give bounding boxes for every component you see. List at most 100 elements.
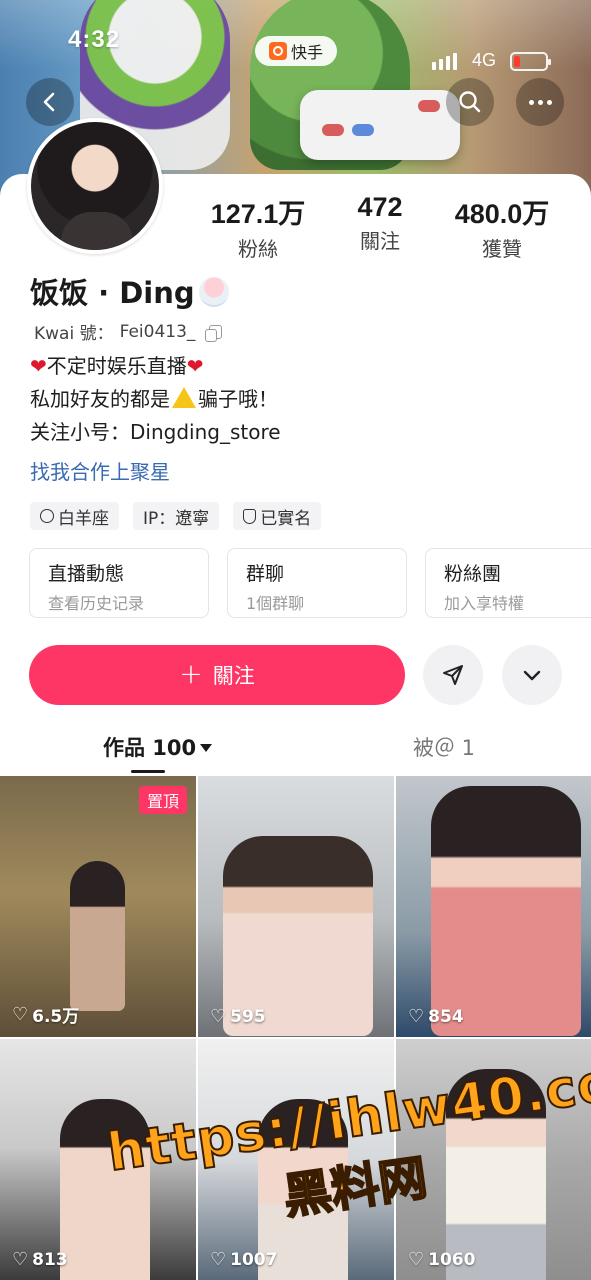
video-thumbnail [431, 786, 581, 1036]
more-dots-icon [528, 99, 552, 105]
like-value: 813 [32, 1249, 68, 1270]
search-button[interactable] [446, 78, 494, 126]
cooperation-link[interactable]: 找我合作上聚星 [30, 456, 170, 485]
signal-icon [432, 52, 457, 70]
like-count: ♡ 854 [408, 1006, 464, 1027]
tag-ip-location: IP：遼寧 [133, 502, 220, 530]
network-type: 4G [472, 50, 497, 70]
send-icon [443, 665, 463, 685]
chevron-left-icon [43, 92, 55, 112]
heart-outline-icon: ♡ [210, 1249, 227, 1270]
fan-club-box[interactable]: 粉絲團 加入享特權 [425, 548, 591, 618]
video-grid: 置頂 ♡ 6.5万 ♡ 595 ♡ 854 ♡ 813 ♡ 1007 ♡ 1060 [0, 776, 591, 1280]
like-count: ♡ 1060 [408, 1249, 475, 1270]
app-pill-label: 快手 [290, 43, 323, 62]
bio-line-3: 关注小号：Dingding_store [30, 420, 281, 444]
tab-works-label: 作品 100 [103, 736, 197, 760]
heart-outline-icon: ♡ [210, 1006, 227, 1027]
banner-game-console [300, 90, 460, 160]
box-title: 直播動態 [48, 563, 125, 585]
feature-boxes: 直播動態 查看历史记录 群聊 1個群聊 粉絲團 加入享特權 [29, 548, 591, 618]
like-count: ♡ 595 [210, 1006, 266, 1027]
kwai-id-value: Fei0413_ [119, 321, 196, 342]
back-button[interactable] [26, 78, 74, 126]
caret-down-icon [200, 744, 213, 752]
plus-icon: + [179, 656, 203, 690]
like-value: 1007 [230, 1249, 278, 1270]
bio-line-2: 私加好友的都是 骗子哦！ [30, 383, 281, 416]
stat-followers[interactable]: 127.1万 粉絲 [198, 192, 318, 262]
expand-button[interactable] [502, 645, 562, 705]
video-thumbnail [60, 1099, 150, 1280]
status-time: 4:32 [68, 26, 121, 53]
live-history-box[interactable]: 直播動態 查看历史记录 [29, 548, 209, 618]
stat-likes[interactable]: 480.0万 獲贊 [442, 192, 562, 262]
follow-button[interactable]: + 關注 [29, 645, 405, 705]
video-tile[interactable]: ♡ 813 [0, 1039, 196, 1280]
box-subtitle: 1個群聊 [246, 594, 305, 613]
like-value: 595 [230, 1006, 266, 1027]
profile-name-text: 饭饭 · Ding [30, 276, 195, 310]
battery-icon [510, 52, 551, 71]
profile-bio: ❤不定时娱乐直播❤ 私加好友的都是 骗子哦！ 关注小号：Dingding_stor… [30, 350, 281, 449]
tag-verified: 已實名 [233, 502, 322, 530]
share-button[interactable] [423, 645, 483, 705]
pinned-badge: 置頂 [138, 786, 187, 814]
app-pill[interactable]: 快手 [255, 36, 337, 66]
like-value: 1060 [428, 1249, 476, 1270]
tab-mentions[interactable]: 被＠ 1 [413, 732, 475, 762]
stat-value: 472 [357, 192, 403, 222]
tag-zodiac: 白羊座 [30, 502, 119, 530]
video-thumbnail [70, 861, 125, 1011]
tab-active-indicator [131, 770, 165, 773]
tag-label: 白羊座 [58, 508, 109, 529]
group-chat-box[interactable]: 群聊 1個群聊 [227, 548, 407, 618]
heart-outline-icon: ♡ [408, 1249, 425, 1270]
tab-works[interactable]: 作品 100 [103, 732, 213, 762]
video-tile[interactable]: 置頂 ♡ 6.5万 [0, 776, 196, 1037]
tag-label: 已實名 [260, 508, 312, 529]
content-tabs: 作品 100 被＠ 1 [0, 724, 591, 774]
warning-emoji-icon [172, 387, 196, 408]
like-count: ♡ 813 [12, 1249, 68, 1270]
video-tile[interactable]: ♡ 1060 [396, 1039, 591, 1280]
box-subtitle: 查看历史记录 [48, 594, 145, 613]
box-title: 粉絲團 [444, 563, 502, 585]
profile-tags: 白羊座 IP：遼寧 已實名 [30, 502, 322, 530]
stat-value: 127.1万 [210, 199, 306, 229]
heart-emoji-icon: ❤ [30, 354, 47, 378]
shaved-ice-emoji-icon [198, 277, 229, 307]
status-bar: 4:32 快手 4G [0, 22, 591, 71]
video-tile[interactable]: ♡ 1007 [198, 1039, 394, 1280]
stat-label: 獲贊 [482, 237, 522, 261]
bio-text: 不定时娱乐直播 [46, 354, 187, 378]
video-tile[interactable]: ♡ 595 [198, 776, 394, 1037]
bio-line-1: ❤不定时娱乐直播❤ [30, 350, 281, 383]
kwai-id-label: Kwai 號： [34, 324, 114, 344]
stat-following[interactable]: 472 關注 [320, 192, 440, 254]
box-title: 群聊 [246, 563, 285, 585]
heart-outline-icon: ♡ [12, 1004, 29, 1025]
heart-outline-icon: ♡ [408, 1006, 425, 1027]
search-icon [459, 91, 481, 113]
more-button[interactable] [516, 78, 564, 126]
heart-emoji-icon: ❤ [186, 354, 204, 378]
bio-text: 骗子哦！ [198, 387, 278, 411]
tag-label: IP：遼寧 [143, 508, 210, 529]
avatar[interactable] [27, 118, 163, 254]
zodiac-icon [40, 509, 54, 523]
like-value: 6.5万 [32, 1007, 80, 1027]
stat-label: 粉絲 [238, 237, 278, 261]
kwai-id-row[interactable]: Kwai 號： Fei0413_ [34, 319, 223, 344]
stat-label: 關注 [360, 229, 400, 253]
follow-label: 關注 [212, 664, 255, 688]
like-value: 854 [428, 1006, 464, 1027]
like-count: ♡ 6.5万 [12, 1002, 79, 1027]
copy-icon[interactable] [205, 324, 223, 342]
bio-text: 私加好友的都是 [30, 387, 170, 411]
kuaishou-logo-icon [268, 42, 287, 60]
heart-outline-icon: ♡ [12, 1249, 29, 1270]
video-tile[interactable]: ♡ 854 [396, 776, 591, 1037]
profile-stats: 127.1万 粉絲 472 關注 480.0万 獲贊 [200, 192, 570, 261]
stat-value: 480.0万 [454, 199, 550, 229]
